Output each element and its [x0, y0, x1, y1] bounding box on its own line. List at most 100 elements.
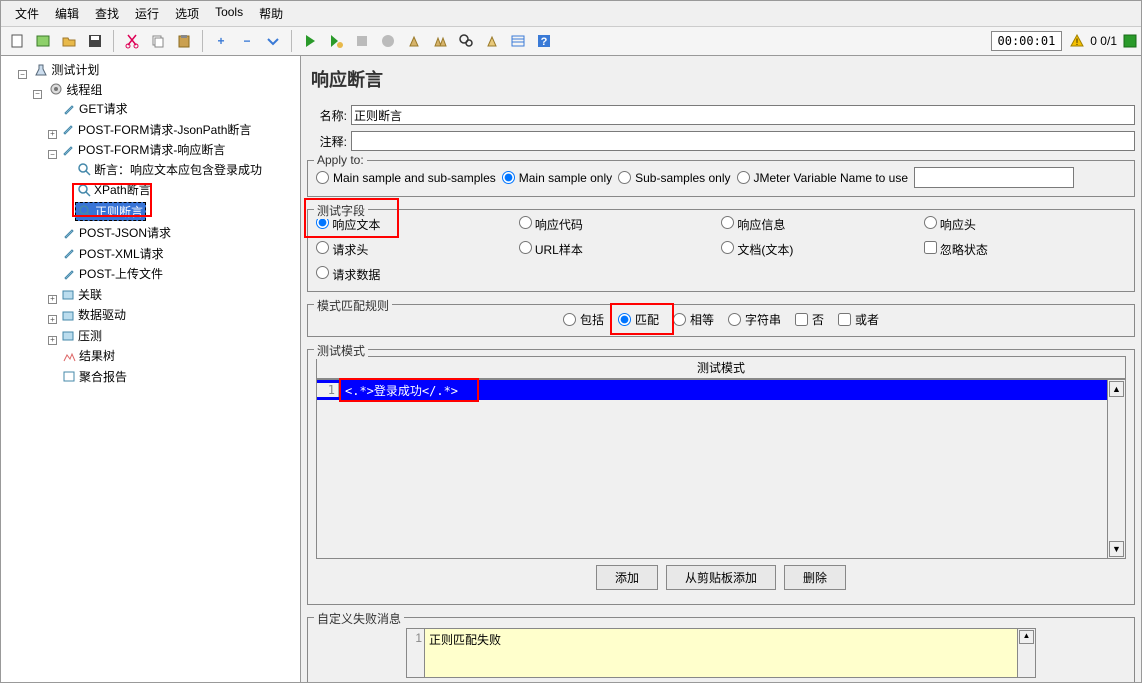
tree-label: 断言：响应文本应包含登录成功: [94, 161, 262, 178]
pattern-table[interactable]: 1 <.*>登录成功</.*> ▲ ▼: [316, 379, 1126, 559]
failure-message-fieldset: 自定义失败消息 1 正则匹配失败 ▲: [307, 617, 1135, 682]
pattern-fieldset: 测试模式 测试模式 1 <.*>登录成功</.*> ▲ ▼: [307, 349, 1135, 605]
tree-expand-icon[interactable]: +: [48, 315, 57, 324]
name-input[interactable]: [351, 105, 1135, 125]
scrollbar[interactable]: ▲: [1017, 629, 1035, 677]
pipette-icon: [62, 267, 76, 281]
reset-search-icon[interactable]: [480, 29, 504, 53]
apply-opt-3[interactable]: JMeter Variable Name to use: [737, 171, 909, 185]
scroll-up-icon[interactable]: ▲: [1109, 381, 1124, 397]
tree-label: 正则断言: [95, 203, 143, 220]
svg-text:!: !: [1076, 37, 1079, 47]
magnifier-icon: [77, 162, 91, 176]
save-icon[interactable]: [83, 29, 107, 53]
tree-label: 聚合报告: [79, 368, 127, 385]
folder-icon: [61, 308, 75, 322]
tree-sampler[interactable]: POST-上传文件: [60, 265, 165, 282]
templates-icon[interactable]: [31, 29, 55, 53]
tree-sampler[interactable]: POST-FORM请求-响应断言: [59, 141, 227, 158]
menubar: 文件 编辑 查找 运行 选项 Tools 帮助: [1, 1, 1141, 26]
tree-sampler[interactable]: GET请求: [60, 100, 130, 117]
comment-input[interactable]: [351, 131, 1135, 151]
start-no-pause-icon[interactable]: [324, 29, 348, 53]
field-opt-6[interactable]: 文档(文本): [721, 241, 924, 258]
clear-icon[interactable]: [402, 29, 426, 53]
tree-collapse-icon[interactable]: −: [18, 70, 27, 79]
apply-opt-0[interactable]: Main sample and sub-samples: [316, 171, 496, 185]
rule-opt-2[interactable]: 相等: [673, 311, 714, 328]
new-icon[interactable]: [5, 29, 29, 53]
tree-sampler[interactable]: POST-FORM请求-JsonPath断言: [59, 121, 253, 138]
cut-icon[interactable]: [120, 29, 144, 53]
field-opt-3[interactable]: 响应头: [924, 216, 1127, 233]
copy-icon[interactable]: [146, 29, 170, 53]
tree-sampler[interactable]: POST-XML请求: [60, 245, 166, 262]
tree-collapse-icon[interactable]: −: [48, 150, 57, 159]
tree-expand-icon[interactable]: +: [48, 295, 57, 304]
scroll-down-icon[interactable]: ▼: [1109, 541, 1124, 557]
name-label: 名称:: [307, 107, 347, 124]
menu-help[interactable]: 帮助: [251, 3, 291, 24]
toggle-icon[interactable]: [261, 29, 285, 53]
tree-expand-icon[interactable]: +: [48, 130, 57, 139]
menu-tools[interactable]: Tools: [207, 3, 251, 24]
menu-options[interactable]: 选项: [167, 3, 207, 24]
rule-opt-1[interactable]: 匹配: [618, 311, 659, 328]
start-icon[interactable]: [298, 29, 322, 53]
help-icon[interactable]: ?: [532, 29, 556, 53]
jmeter-var-input[interactable]: [914, 167, 1074, 188]
paste-icon[interactable]: [172, 29, 196, 53]
test-field-fieldset: 测试字段 响应文本 响应代码 响应信息 响应头 请求头 URL样本 文档(文本)…: [307, 209, 1135, 292]
apply-opt-2[interactable]: Sub-samples only: [618, 171, 730, 185]
menu-run[interactable]: 运行: [127, 3, 167, 24]
clear-all-icon[interactable]: [428, 29, 452, 53]
open-icon[interactable]: [57, 29, 81, 53]
collapse-icon[interactable]: −: [235, 29, 259, 53]
menu-file[interactable]: 文件: [7, 3, 47, 24]
failure-message-area[interactable]: 1 正则匹配失败 ▲: [406, 628, 1036, 678]
shutdown-icon[interactable]: [376, 29, 400, 53]
tree-assertion[interactable]: 断言：响应文本应包含登录成功: [75, 161, 264, 178]
tree-expand-icon[interactable]: +: [48, 336, 57, 345]
pattern-row[interactable]: 1 <.*>登录成功</.*>: [317, 380, 1107, 400]
scrollbar[interactable]: ▲ ▼: [1107, 380, 1125, 558]
pipette-icon: [61, 143, 75, 157]
rule-opt-0[interactable]: 包括: [563, 311, 604, 328]
search-icon[interactable]: [454, 29, 478, 53]
add-button[interactable]: 添加: [596, 565, 658, 590]
add-from-clipboard-button[interactable]: 从剪贴板添加: [666, 565, 776, 590]
tree-controller[interactable]: 关联: [59, 286, 104, 303]
match-rule-fieldset: 模式匹配规则 包括 匹配 相等 字符串 否 或者: [307, 304, 1135, 337]
svg-text:?: ?: [541, 36, 548, 48]
test-plan-tree[interactable]: − 测试计划 − 线程组 GET请求 +: [1, 56, 301, 682]
tree-regex-assertion[interactable]: 正则断言: [75, 202, 146, 221]
tree-xpath-assertion[interactable]: XPath断言: [75, 181, 153, 198]
menu-edit[interactable]: 编辑: [47, 3, 87, 24]
tree-test-plan[interactable]: 测试计划: [32, 61, 101, 78]
tree-sampler[interactable]: POST-JSON请求: [60, 224, 173, 241]
folder-icon: [61, 328, 75, 342]
field-opt-2[interactable]: 响应信息: [721, 216, 924, 233]
tree-controller[interactable]: 压测: [59, 327, 104, 344]
field-opt-7[interactable]: 忽略状态: [924, 241, 1127, 258]
apply-opt-1[interactable]: Main sample only: [502, 171, 612, 185]
rule-opt-5[interactable]: 或者: [838, 311, 879, 328]
field-opt-8[interactable]: 请求数据: [316, 266, 519, 283]
field-opt-5[interactable]: URL样本: [519, 241, 722, 258]
scroll-up-icon[interactable]: ▲: [1019, 630, 1034, 644]
tree-listener[interactable]: 聚合报告: [60, 368, 129, 385]
tree-label: POST-FORM请求-JsonPath断言: [78, 121, 251, 138]
tree-listener[interactable]: 结果树: [60, 347, 117, 364]
tree-controller[interactable]: 数据驱动: [59, 306, 128, 323]
function-helper-icon[interactable]: [506, 29, 530, 53]
menu-search[interactable]: 查找: [87, 3, 127, 24]
expand-icon[interactable]: +: [209, 29, 233, 53]
tree-thread-group[interactable]: 线程组: [47, 81, 104, 98]
field-opt-4[interactable]: 请求头: [316, 241, 519, 258]
tree-collapse-icon[interactable]: −: [33, 90, 42, 99]
rule-opt-4[interactable]: 否: [795, 311, 824, 328]
delete-button[interactable]: 删除: [784, 565, 846, 590]
rule-opt-3[interactable]: 字符串: [728, 311, 781, 328]
field-opt-1[interactable]: 响应代码: [519, 216, 722, 233]
stop-icon[interactable]: [350, 29, 374, 53]
